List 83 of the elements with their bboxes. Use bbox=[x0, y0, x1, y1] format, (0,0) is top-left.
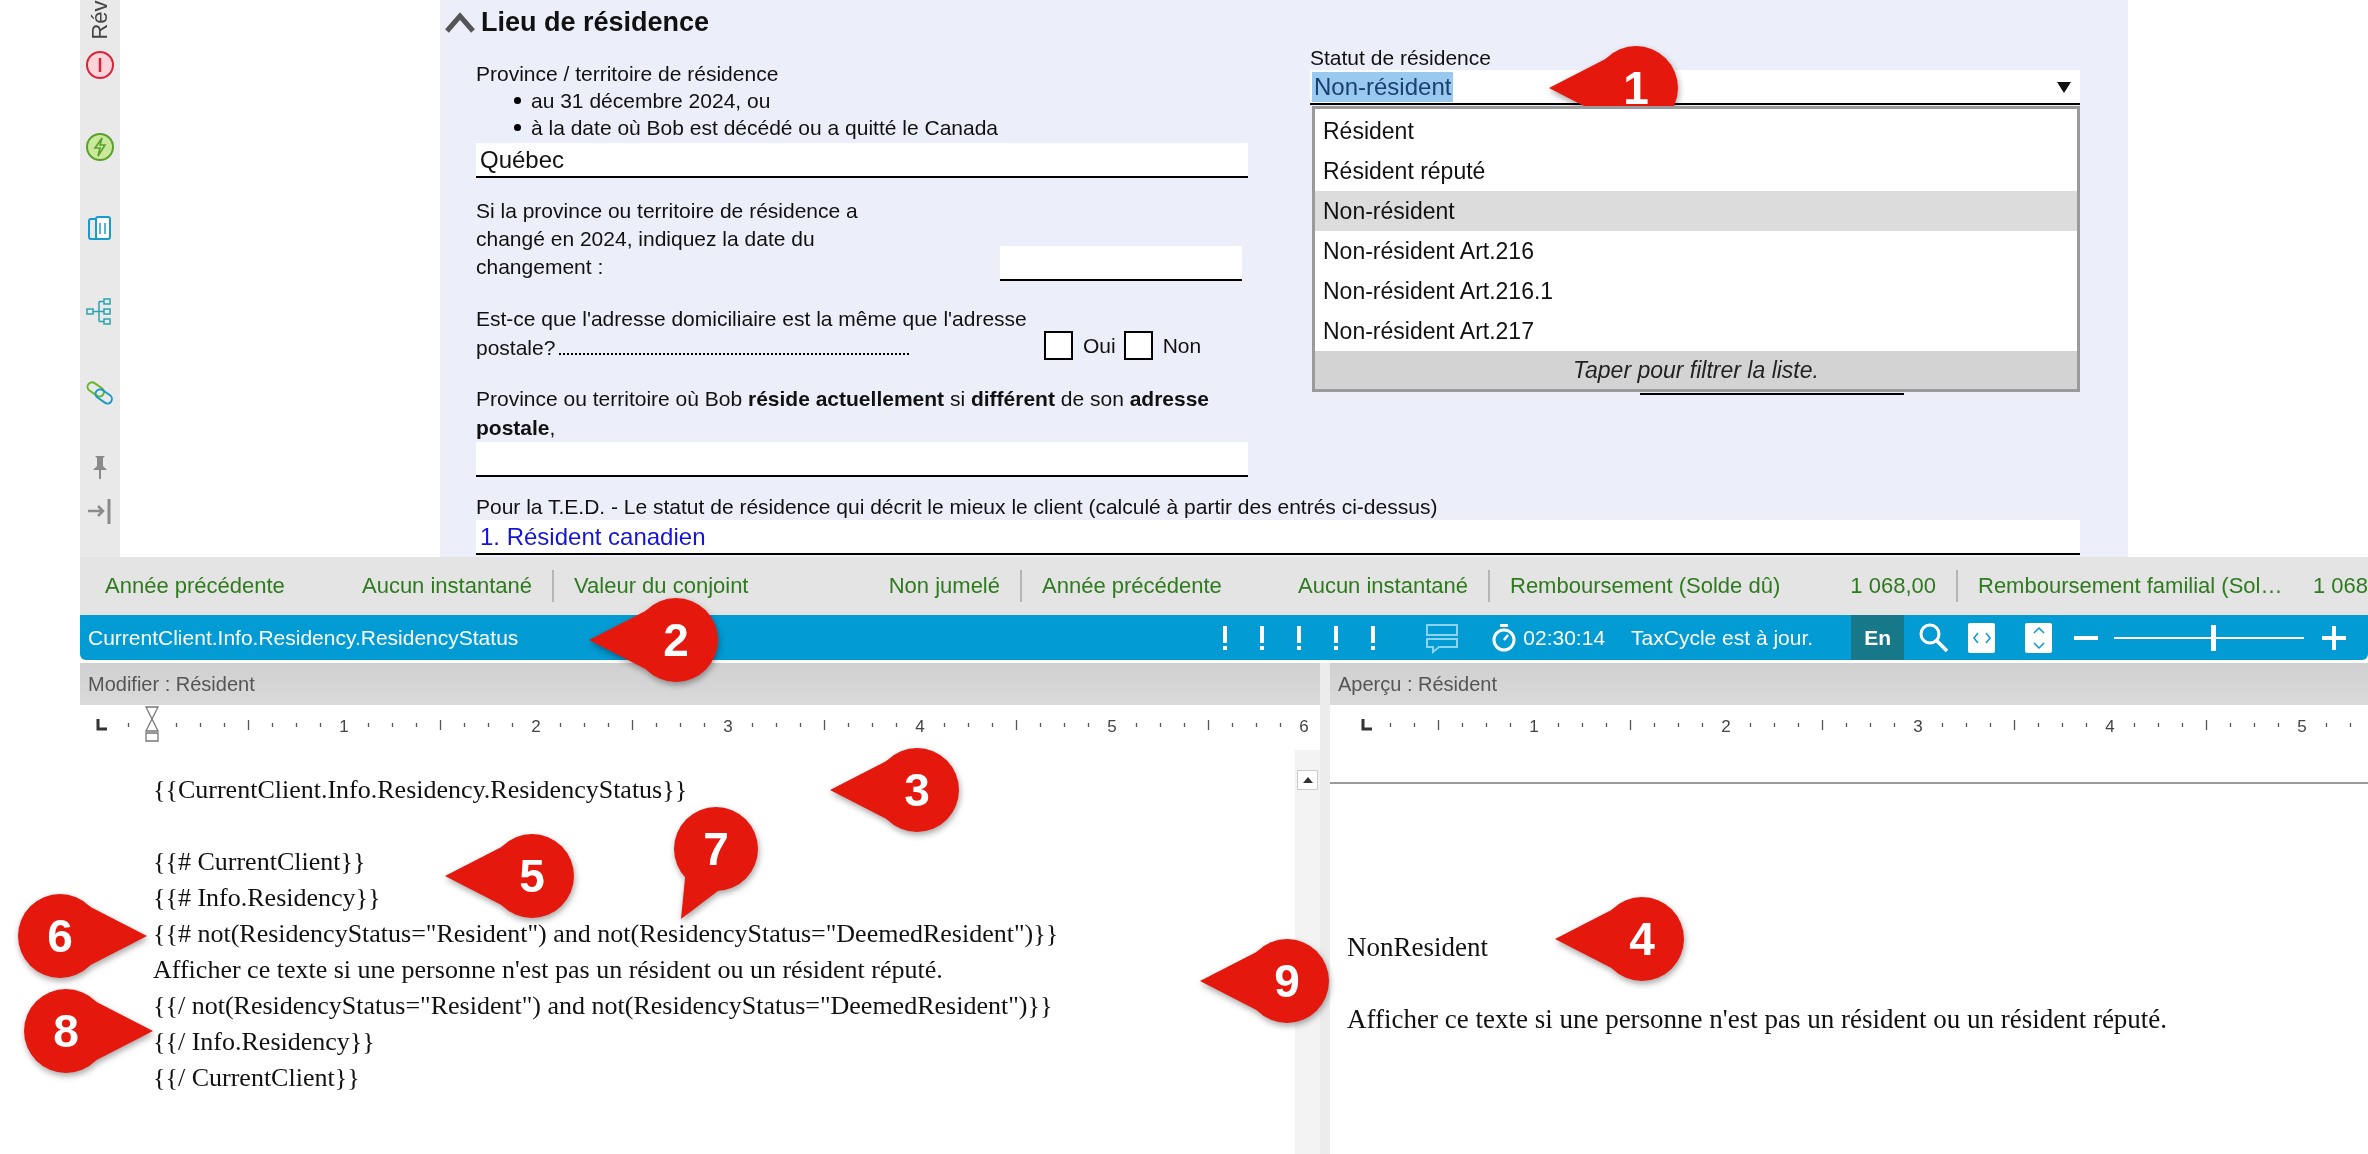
field-path: CurrentClient.Info.Residency.ResidencyStatus bbox=[88, 625, 519, 650]
status-item[interactable]: Aucun instantané bbox=[1297, 573, 1468, 599]
angle-brackets-icon bbox=[1971, 630, 1992, 645]
preview-text: Afficher ce texte si une personne n'est pas un résident ou un résident réputé. bbox=[1347, 1003, 2168, 1036]
tab-stop-icon[interactable] bbox=[96, 719, 107, 731]
stopwatch-icon bbox=[1491, 622, 1518, 653]
field-label: Statut de résidence bbox=[1310, 46, 1492, 70]
question-text: Est-ce que l'adresse domiciliaire est la même que l'adresse postale? bbox=[476, 307, 1027, 359]
status-item[interactable]: Remboursement familial (Sol… bbox=[1978, 573, 2283, 599]
code-line: {{# CurrentClient}} bbox=[153, 846, 366, 878]
text-field[interactable] bbox=[476, 442, 1248, 477]
filter-hint: Taper pour filtrer la liste. bbox=[1315, 351, 2077, 389]
code-line: Afficher ce texte si une personne n'est pas un résident ou un résident réputé. bbox=[153, 954, 943, 986]
up-down-chevron-icon bbox=[2031, 625, 2046, 650]
field-label: Province / territoire de résidence bbox=[476, 61, 780, 87]
language-button[interactable]: En bbox=[1851, 615, 1904, 660]
checkbox-label[interactable]: Non bbox=[1162, 331, 1202, 360]
field-label: Si la province ou territoire de résidence a changé en 2024, indiquez la date du changement : bbox=[476, 198, 859, 280]
dropdown-option[interactable]: Résident réputé bbox=[1315, 151, 2077, 191]
selected-text: Non-résident bbox=[1312, 71, 1454, 102]
field-label: Province ou territoire où Bob réside actuellement si différent de son adresse postale, bbox=[476, 386, 1211, 441]
sidebar-tab-label[interactable]: Rév bbox=[86, 0, 114, 40]
code-view-button[interactable] bbox=[1968, 622, 1995, 653]
ruler-number: 3 bbox=[1913, 717, 1923, 736]
tab-stop-icon[interactable] bbox=[1361, 719, 1372, 731]
dropdown-option[interactable]: Non-résident Art.216 bbox=[1315, 231, 2077, 271]
status-item[interactable]: 1 068 bbox=[2312, 573, 2368, 599]
checkbox[interactable] bbox=[1044, 331, 1073, 360]
lightning-icon[interactable] bbox=[85, 132, 115, 162]
code-line: {{CurrentClient.Info.Residency.ResidencyStatus}} bbox=[153, 774, 688, 806]
indent-marker-icon[interactable] bbox=[144, 706, 160, 742]
zoom-slider-thumb[interactable] bbox=[2210, 624, 2216, 651]
preview-text: NonResident bbox=[1347, 931, 1488, 964]
ruler-number: 4 bbox=[2105, 717, 2115, 736]
code-line: {{/ not(ResidencyStatus="Resident") and not(ResidencyStatus="DeemedResident")}} bbox=[153, 990, 1053, 1022]
ruler-number: 6 bbox=[1299, 717, 1309, 736]
bullet-text: au 31 décembre 2024, ou bbox=[531, 88, 771, 114]
date-field[interactable] bbox=[1000, 246, 1242, 281]
dropdown-option[interactable]: Non-résident Art.216.1 bbox=[1315, 271, 2077, 311]
panel-header: Aperçu : Résident bbox=[1330, 663, 2368, 705]
ruler-number: 1 bbox=[1529, 717, 1539, 736]
status-item[interactable]: Remboursement (Solde dû) bbox=[1510, 573, 1781, 599]
code-line: {{# not(ResidencyStatus="Resident") and not(ResidencyStatus="DeemedResident")}} bbox=[153, 918, 1059, 950]
scroll-up-button[interactable] bbox=[1297, 770, 1318, 790]
status-item[interactable]: Valeur du conjoint bbox=[574, 573, 749, 599]
section-heading: Lieu de résidence bbox=[481, 6, 710, 38]
status-item[interactable]: 1 068,00 bbox=[1850, 573, 1936, 599]
status-item[interactable]: Année précédente bbox=[105, 573, 285, 599]
province-field[interactable]: Québec bbox=[476, 143, 1248, 178]
up-arrow-icon bbox=[1301, 776, 1314, 784]
dropdown-arrow-icon[interactable] bbox=[2056, 79, 2072, 94]
status-item[interactable]: Non jumelé bbox=[888, 573, 1000, 599]
result-field[interactable]: 1. Résident canadien bbox=[476, 520, 2080, 555]
status-item[interactable]: Aucun instantané bbox=[361, 573, 532, 599]
ruler-number: 1 bbox=[339, 717, 349, 736]
ruler-number: 5 bbox=[2297, 717, 2307, 736]
plus-icon[interactable] bbox=[2322, 625, 2346, 650]
ruler-number: 5 bbox=[1107, 717, 1117, 736]
expand-collapse-button[interactable] bbox=[2025, 622, 2052, 653]
checkbox-label[interactable]: Oui bbox=[1083, 331, 1116, 360]
alert-circle-icon[interactable] bbox=[85, 50, 115, 80]
field-label: Pour la T.E.D. - Le statut de résidence qui décrit le mieux le client (calculé à partir des entrés ci-dessus) bbox=[476, 494, 1439, 520]
sync-status: TaxCycle est à jour. bbox=[1631, 625, 1814, 650]
ruler-number: 3 bbox=[723, 717, 733, 736]
dropdown-option[interactable]: Non-résident Art.217 bbox=[1315, 311, 2077, 351]
code-line: {{/ Info.Residency}} bbox=[153, 1026, 375, 1058]
code-line: {{# Info.Residency}} bbox=[153, 882, 381, 914]
ruler-number: 2 bbox=[1721, 717, 1731, 736]
panel-splitter[interactable] bbox=[1320, 663, 1330, 1154]
minus-icon[interactable] bbox=[2074, 634, 2098, 641]
checkbox[interactable] bbox=[1123, 331, 1153, 360]
panel-header: Modifier : Résident bbox=[80, 663, 1320, 705]
ruler-number: 4 bbox=[915, 717, 925, 736]
bullet-icon bbox=[514, 124, 521, 131]
ruler-number: 2 bbox=[531, 717, 541, 736]
timer: 02:30:14 bbox=[1523, 625, 1606, 650]
dropdown-option[interactable]: Non-résident bbox=[1315, 191, 2077, 231]
bullet-icon bbox=[514, 97, 521, 104]
status-item[interactable]: Année précédente bbox=[1042, 573, 1222, 599]
magnifier-icon[interactable] bbox=[1918, 621, 1950, 654]
chevron-up-icon[interactable] bbox=[445, 11, 475, 33]
code-line: {{/ CurrentClient}} bbox=[153, 1062, 360, 1094]
bullet-text: à la date où Bob est décédé ou a quitté le Canada bbox=[531, 115, 999, 141]
